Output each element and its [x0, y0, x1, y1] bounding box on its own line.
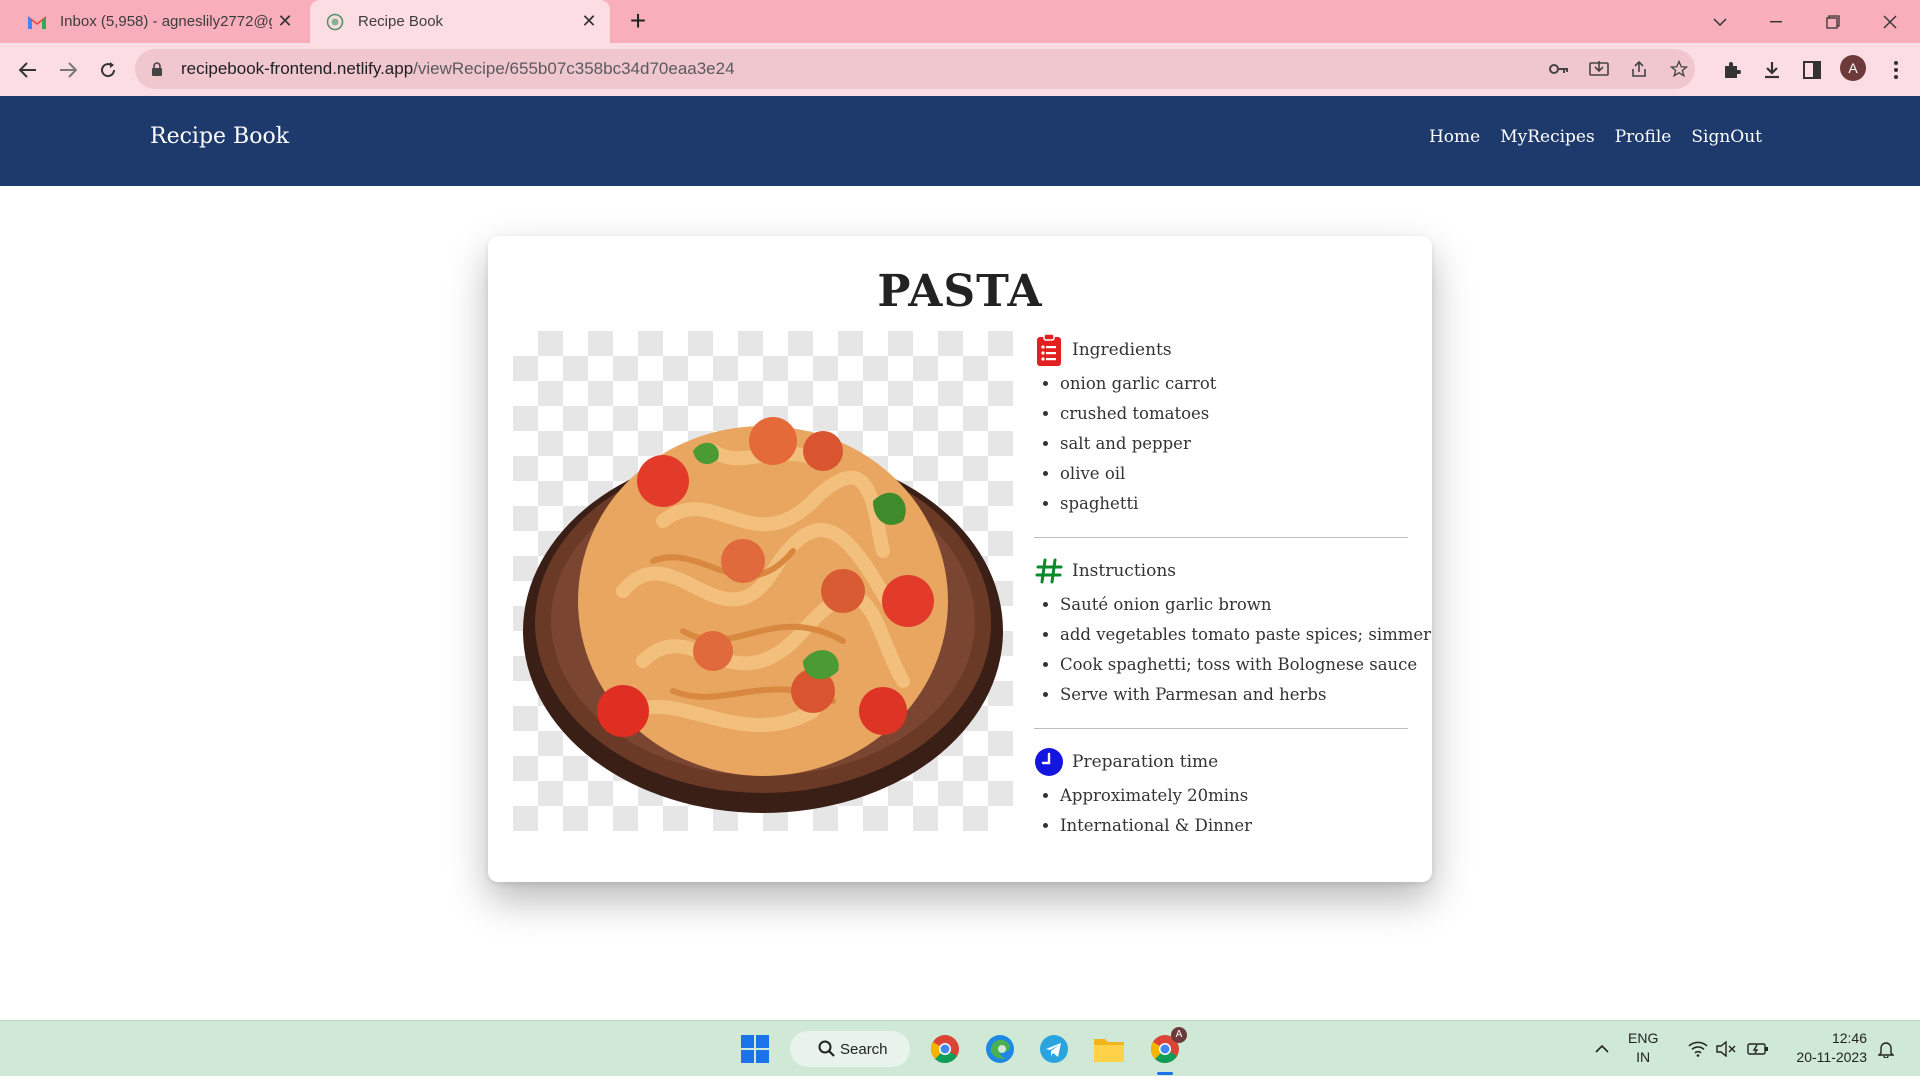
section-divider: [1034, 728, 1408, 729]
prep-time-header: Preparation time: [1034, 743, 1408, 781]
lock-icon[interactable]: [151, 61, 169, 77]
clipboard-list-icon: [1034, 333, 1064, 367]
section-divider: [1034, 537, 1408, 538]
url-path: /viewRecipe/655b07c358bc34d70eaa3e24: [413, 59, 735, 78]
tab-title: Recipe Book: [358, 13, 444, 30]
forward-arrow-icon[interactable]: [52, 54, 84, 86]
close-icon[interactable]: ✕: [272, 11, 298, 32]
clock-time: 12:46: [1831, 1030, 1867, 1046]
recipe-card: PASTA Ingredients • onion garlic carrot …: [488, 236, 1432, 882]
profile-avatar[interactable]: A: [1840, 55, 1866, 81]
notification-bell-icon[interactable]: [1866, 1029, 1906, 1069]
clock-date: 20-11-2023: [1796, 1049, 1867, 1065]
search-label: Search: [840, 1040, 888, 1058]
instruction-item: add vegetables tomato paste spices; simm…: [1060, 620, 1431, 650]
nav-profile-link[interactable]: Profile: [1615, 127, 1672, 147]
prep-item: International & Dinner: [1060, 811, 1408, 841]
prep-item: Approximately 20mins: [1060, 781, 1408, 811]
recipe-details: Ingredients onion garlic carrot crushed …: [1034, 331, 1431, 841]
windows-start-icon[interactable]: [735, 1029, 775, 1069]
back-arrow-icon[interactable]: [12, 54, 44, 86]
instruction-item: Cook spaghetti; toss with Bolognese sauc…: [1060, 650, 1417, 680]
chrome-icon[interactable]: [925, 1029, 965, 1069]
extensions-puzzle-icon[interactable]: [1716, 54, 1748, 86]
share-icon[interactable]: [1627, 57, 1651, 81]
instructions-label: Instructions: [1072, 561, 1176, 581]
instructions-list: Sauté onion garlic brown add vegetables …: [1034, 590, 1431, 710]
search-icon: [818, 1040, 836, 1062]
nav-myrecipes-link[interactable]: MyRecipes: [1500, 127, 1595, 147]
language-indicator[interactable]: ENG IN: [1628, 1029, 1658, 1067]
lang-line2: IN: [1636, 1049, 1651, 1065]
nav-links: Home MyRecipes Profile SignOut: [1429, 127, 1762, 147]
ingredients-label: Ingredients: [1072, 340, 1172, 360]
pasta-dish-illustration: [523, 417, 1003, 813]
ingredient-item: onion garlic carrot: [1060, 369, 1408, 399]
nav-home-link[interactable]: Home: [1429, 127, 1480, 147]
url-host: recipebook-frontend.netlify.app: [181, 59, 414, 78]
address-bar[interactable]: recipebook-frontend.netlify.app/viewReci…: [135, 49, 1695, 89]
close-window-icon[interactable]: [1870, 6, 1910, 38]
chevron-up-icon[interactable]: [1582, 1029, 1622, 1069]
ingredient-item: spaghetti: [1060, 489, 1408, 519]
site-brand[interactable]: Recipe Book: [150, 124, 289, 149]
ingredients-list: onion garlic carrot crushed tomatoes sal…: [1034, 369, 1408, 519]
system-clock[interactable]: 12:46 20-11-2023: [1785, 1029, 1867, 1067]
instructions-header: Instructions: [1034, 552, 1408, 590]
reload-icon[interactable]: [92, 54, 124, 86]
close-icon[interactable]: ✕: [576, 11, 602, 32]
side-panel-icon[interactable]: [1796, 54, 1828, 86]
ingredient-item: crushed tomatoes: [1060, 399, 1408, 429]
prep-time-label: Preparation time: [1072, 752, 1219, 772]
bookmark-star-icon[interactable]: [1667, 57, 1691, 81]
recipe-title: PASTA: [877, 266, 1043, 317]
restore-icon[interactable]: [1813, 6, 1853, 38]
chrome-profile-icon[interactable]: A: [1145, 1027, 1187, 1075]
active-app-indicator: [1157, 1072, 1173, 1075]
nav-signout-link[interactable]: SignOut: [1691, 127, 1762, 147]
lang-line1: ENG: [1628, 1030, 1659, 1046]
key-icon[interactable]: [1547, 57, 1571, 81]
battery-icon[interactable]: [1738, 1029, 1778, 1069]
new-tab-button[interactable]: +: [622, 6, 654, 38]
telegram-icon[interactable]: [1034, 1029, 1074, 1069]
recipe-image: [513, 331, 1013, 831]
edge-icon[interactable]: [980, 1029, 1020, 1069]
url-text: recipebook-frontend.netlify.app/viewReci…: [181, 59, 735, 79]
taskbar: Search A ENG IN 12:46 20-11-2023: [0, 1020, 1920, 1076]
chrome-profile-badge: A: [1171, 1027, 1187, 1043]
instruction-item: Serve with Parmesan and herbs: [1060, 680, 1408, 710]
install-app-icon[interactable]: [1587, 57, 1611, 81]
clock-icon: [1034, 745, 1064, 779]
site-navbar: Recipe Book Home MyRecipes Profile SignO…: [0, 96, 1920, 186]
tab-gmail[interactable]: Inbox (5,958) - agneslily2772@gmail.com …: [12, 0, 306, 43]
ingredients-header: Ingredients: [1034, 331, 1408, 369]
ingredient-item: salt and pepper: [1060, 429, 1408, 459]
tab-recipe-book[interactable]: Recipe Book ✕: [310, 0, 610, 43]
file-explorer-icon[interactable]: [1089, 1029, 1129, 1069]
menu-kebab-icon[interactable]: [1880, 54, 1912, 86]
site-icon: [324, 11, 346, 33]
prep-time-list: Approximately 20mins International & Din…: [1034, 781, 1408, 841]
browser-tab-strip: Inbox (5,958) - agneslily2772@gmail.com …: [0, 0, 1920, 43]
gmail-icon: [26, 11, 48, 33]
ingredient-item: olive oil: [1060, 459, 1408, 489]
tab-title: Inbox (5,958) - agneslily2772@gmail.com: [60, 13, 272, 30]
hashtag-icon: [1034, 554, 1064, 588]
download-icon[interactable]: [1756, 54, 1788, 86]
instruction-item: Sauté onion garlic brown: [1060, 590, 1408, 620]
minimize-icon[interactable]: [1756, 6, 1796, 38]
taskbar-search[interactable]: Search: [790, 1031, 910, 1067]
tab-search-icon[interactable]: [1700, 6, 1740, 38]
browser-toolbar: recipebook-frontend.netlify.app/viewReci…: [0, 43, 1920, 96]
